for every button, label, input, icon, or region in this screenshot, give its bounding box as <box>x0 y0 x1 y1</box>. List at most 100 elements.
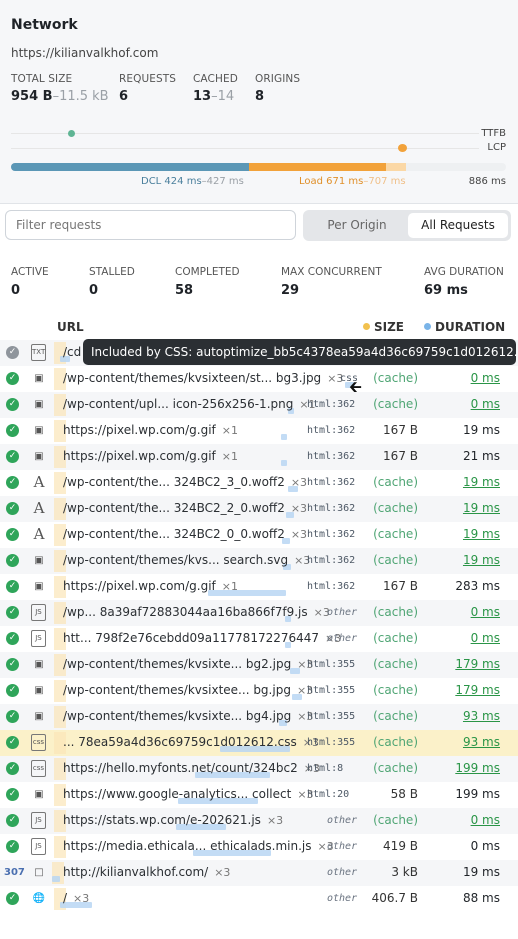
initiator-label[interactable]: other <box>327 633 357 644</box>
request-url[interactable]: /wp... 8a39af72883044aa16ba866f7f9.js ×3 <box>63 605 330 619</box>
request-url[interactable]: https://pixel.wp.com/g.gif ×1 <box>63 423 238 437</box>
request-duration[interactable]: 19 ms <box>463 527 500 541</box>
table-row[interactable]: ✓ ▣ https://pixel.wp.com/g.gif ×1 html:362 16… <box>0 574 518 600</box>
table-row[interactable]: ✓ css https://hello.myfonts.net/count/324b… <box>0 756 518 782</box>
request-url[interactable]: ... 78ea59a4d36c69759c1d012612.css ×3 <box>63 735 319 749</box>
stat-label: STALLED <box>89 266 135 278</box>
request-duration[interactable]: 93 ms <box>463 735 500 749</box>
request-duration[interactable]: 0 ms <box>471 371 500 385</box>
initiator-label[interactable]: html:362 <box>307 477 355 488</box>
initiator-label[interactable]: html:355 <box>307 737 355 748</box>
duration-column-header[interactable]: DURATION <box>424 320 505 334</box>
per-origin-button[interactable]: Per Origin <box>307 213 407 238</box>
request-url[interactable]: / ×3 <box>63 891 89 905</box>
table-row[interactable]: ✓ ▣ /wp-content/themes/kvs... search.svg ×3… <box>0 548 518 574</box>
request-duration[interactable]: 0 ms <box>471 813 500 827</box>
url-column-header[interactable]: URL <box>57 320 84 334</box>
table-row[interactable]: ✓ ▣ /wp-content/upl... icon-256x256-1.png ×… <box>0 392 518 418</box>
view-toggle: Per Origin All Requests <box>303 210 511 241</box>
request-url[interactable]: https://hello.myfonts.net/count/324bc2 ×3 <box>63 761 320 775</box>
table-row[interactable]: ✓ ▣ /wp-content/themes/kvsixte... bg4.jpg ×… <box>0 704 518 730</box>
ttfb-track <box>11 133 479 134</box>
initiator-label[interactable]: html:362 <box>307 451 355 462</box>
initiator-label[interactable]: other <box>327 841 357 852</box>
request-url[interactable]: /wp-content/the... 324BC2_3_0.woff2 ×3 <box>63 475 307 489</box>
initiator-label[interactable]: html:362 <box>307 555 355 566</box>
request-url[interactable]: /wp-content/themes/kvsixtee... bg.jpg ×3 <box>63 683 313 697</box>
initiator-label[interactable]: other <box>327 867 357 878</box>
request-url[interactable]: /wp-content/the... 324BC2_2_0.woff2 ×3 <box>63 501 307 515</box>
table-row[interactable]: ✓ ▣ https://www.google-analytics... collec… <box>0 782 518 808</box>
css-file-icon: css <box>31 760 46 777</box>
table-row[interactable]: ✓ JS https://media.ethicala... ethicalads.… <box>0 834 518 860</box>
table-row[interactable]: ✓ A/wp-content/the... 324BC2_2_0.woff2 ×3 h… <box>0 496 518 522</box>
initiator-label[interactable]: html:362 <box>307 581 355 592</box>
lcp-track <box>11 148 479 149</box>
request-size: (cache) <box>373 761 418 775</box>
url-text: https://www.google-analytics... collect <box>63 787 292 801</box>
initiator-label[interactable]: html:355 <box>307 685 355 696</box>
initiator-label[interactable]: other <box>327 607 357 618</box>
initiator-label[interactable]: html:8 <box>307 763 343 774</box>
table-row[interactable]: ✓ css ... 78ea59a4d36c69759c1d012612.css ×3… <box>0 730 518 756</box>
table-row[interactable]: ✓ JS/wp... 8a39af72883044aa16ba866f7f9.js… <box>0 600 518 626</box>
request-url[interactable]: /cd <box>63 345 81 359</box>
request-duration: 19 ms <box>462 865 500 879</box>
request-url[interactable]: https://stats.wp.com/e-202621.js ×3 <box>63 813 283 827</box>
request-size: (cache) <box>373 709 418 723</box>
total-time: 886 ms <box>468 176 506 187</box>
request-duration[interactable]: 93 ms <box>463 709 500 723</box>
url-text: /wp-content/the... 324BC2_0_0.woff2 <box>63 527 285 541</box>
table-row[interactable]: ✓ ▣ /wp-content/themes/kvsixteen/st... bg3… <box>0 366 518 392</box>
request-duration[interactable]: 0 ms <box>471 397 500 411</box>
initiator-label[interactable]: html:20 <box>307 789 349 800</box>
url-text: /cd <box>63 345 82 359</box>
initiator-label[interactable]: other <box>327 893 357 904</box>
table-row[interactable]: ✓ ▣ https://pixel.wp.com/g.gif ×1 html:362 16… <box>0 444 518 470</box>
stat-label: MAX CONCURRENT <box>281 266 382 278</box>
request-url[interactable]: /wp-content/themes/kvs... search.svg ×3 <box>63 553 310 567</box>
request-url[interactable]: https://pixel.wp.com/g.gif ×1 <box>63 449 238 463</box>
request-url[interactable]: https://pixel.wp.com/g.gif ×1 <box>63 579 238 593</box>
request-duration[interactable]: 0 ms <box>471 631 500 645</box>
initiator-label[interactable]: html:362 <box>307 503 355 514</box>
image-icon: ▣ <box>34 373 44 384</box>
table-row[interactable]: ✓ JS https://stats.wp.com/e-202621.js ×3 oth… <box>0 808 518 834</box>
table-row[interactable]: ✓ A/wp-content/the... 324BC2_0_0.woff2 ×3 h… <box>0 522 518 548</box>
table-row[interactable]: ✓ 🌐 / ×3 other 406.7 B 88 ms <box>0 886 518 912</box>
success-check-icon: ✓ <box>6 892 19 905</box>
request-size: (cache) <box>373 553 418 567</box>
table-row[interactable]: ✓ JS htt... 798f2e76cebdd09a11778172276447… <box>0 626 518 652</box>
request-duration[interactable]: 0 ms <box>471 605 500 619</box>
initiator-label[interactable]: other <box>327 815 357 826</box>
request-url[interactable]: https://www.google-analytics... collect ×… <box>63 787 314 801</box>
initiator-label[interactable]: html:362 <box>307 425 355 436</box>
request-duration[interactable]: 179 ms <box>455 683 500 697</box>
text-file-icon: TXT <box>31 344 46 361</box>
request-duration[interactable]: 19 ms <box>463 501 500 515</box>
request-url[interactable]: /wp-content/upl... icon-256x256-1.png ×1 <box>63 397 316 411</box>
request-url[interactable]: htt... 798f2e76cebdd09a11778172276447 ×3 <box>63 631 341 645</box>
initiator-label[interactable]: html:362 <box>307 399 355 410</box>
filter-requests-input[interactable] <box>5 210 296 240</box>
request-url[interactable]: /wp-content/themes/kvsixteen/st... bg3.j… <box>63 371 343 385</box>
request-duration[interactable]: 179 ms <box>455 657 500 671</box>
request-url[interactable]: /wp-content/themes/kvsixte... bg2.jpg ×3 <box>63 657 313 671</box>
table-row[interactable]: ✓ ▣ /wp-content/themes/kvsixtee... bg.jpg ×… <box>0 678 518 704</box>
request-url[interactable]: /wp-content/the... 324BC2_0_0.woff2 ×3 <box>63 527 307 541</box>
request-duration[interactable]: 199 ms <box>455 761 500 775</box>
size-column-header[interactable]: SIZE <box>363 320 404 334</box>
table-row[interactable]: 307 □ http://kilianvalkhof.com/ ×3 other 3 kB… <box>0 860 518 886</box>
table-row[interactable]: ✓ A/wp-content/the... 324BC2_3_0.woff2 ×3 h… <box>0 470 518 496</box>
request-duration[interactable]: 19 ms <box>463 553 500 567</box>
request-url[interactable]: /wp-content/themes/kvsixte... bg4.jpg ×3 <box>63 709 313 723</box>
request-duration[interactable]: 19 ms <box>463 475 500 489</box>
table-row[interactable]: ✓ ▣ https://pixel.wp.com/g.gif ×1 html:362 16… <box>0 418 518 444</box>
initiator-label[interactable]: html:355 <box>307 659 355 670</box>
initiator-label[interactable]: html:355 <box>307 711 355 722</box>
all-requests-button[interactable]: All Requests <box>408 213 508 238</box>
initiator-label[interactable]: html:362 <box>307 529 355 540</box>
request-url[interactable]: http://kilianvalkhof.com/ ×3 <box>63 865 230 879</box>
table-row[interactable]: ✓ ▣ /wp-content/themes/kvsixte... bg2.jpg ×… <box>0 652 518 678</box>
request-url[interactable]: https://media.ethicala... ethicalads.min… <box>63 839 334 853</box>
